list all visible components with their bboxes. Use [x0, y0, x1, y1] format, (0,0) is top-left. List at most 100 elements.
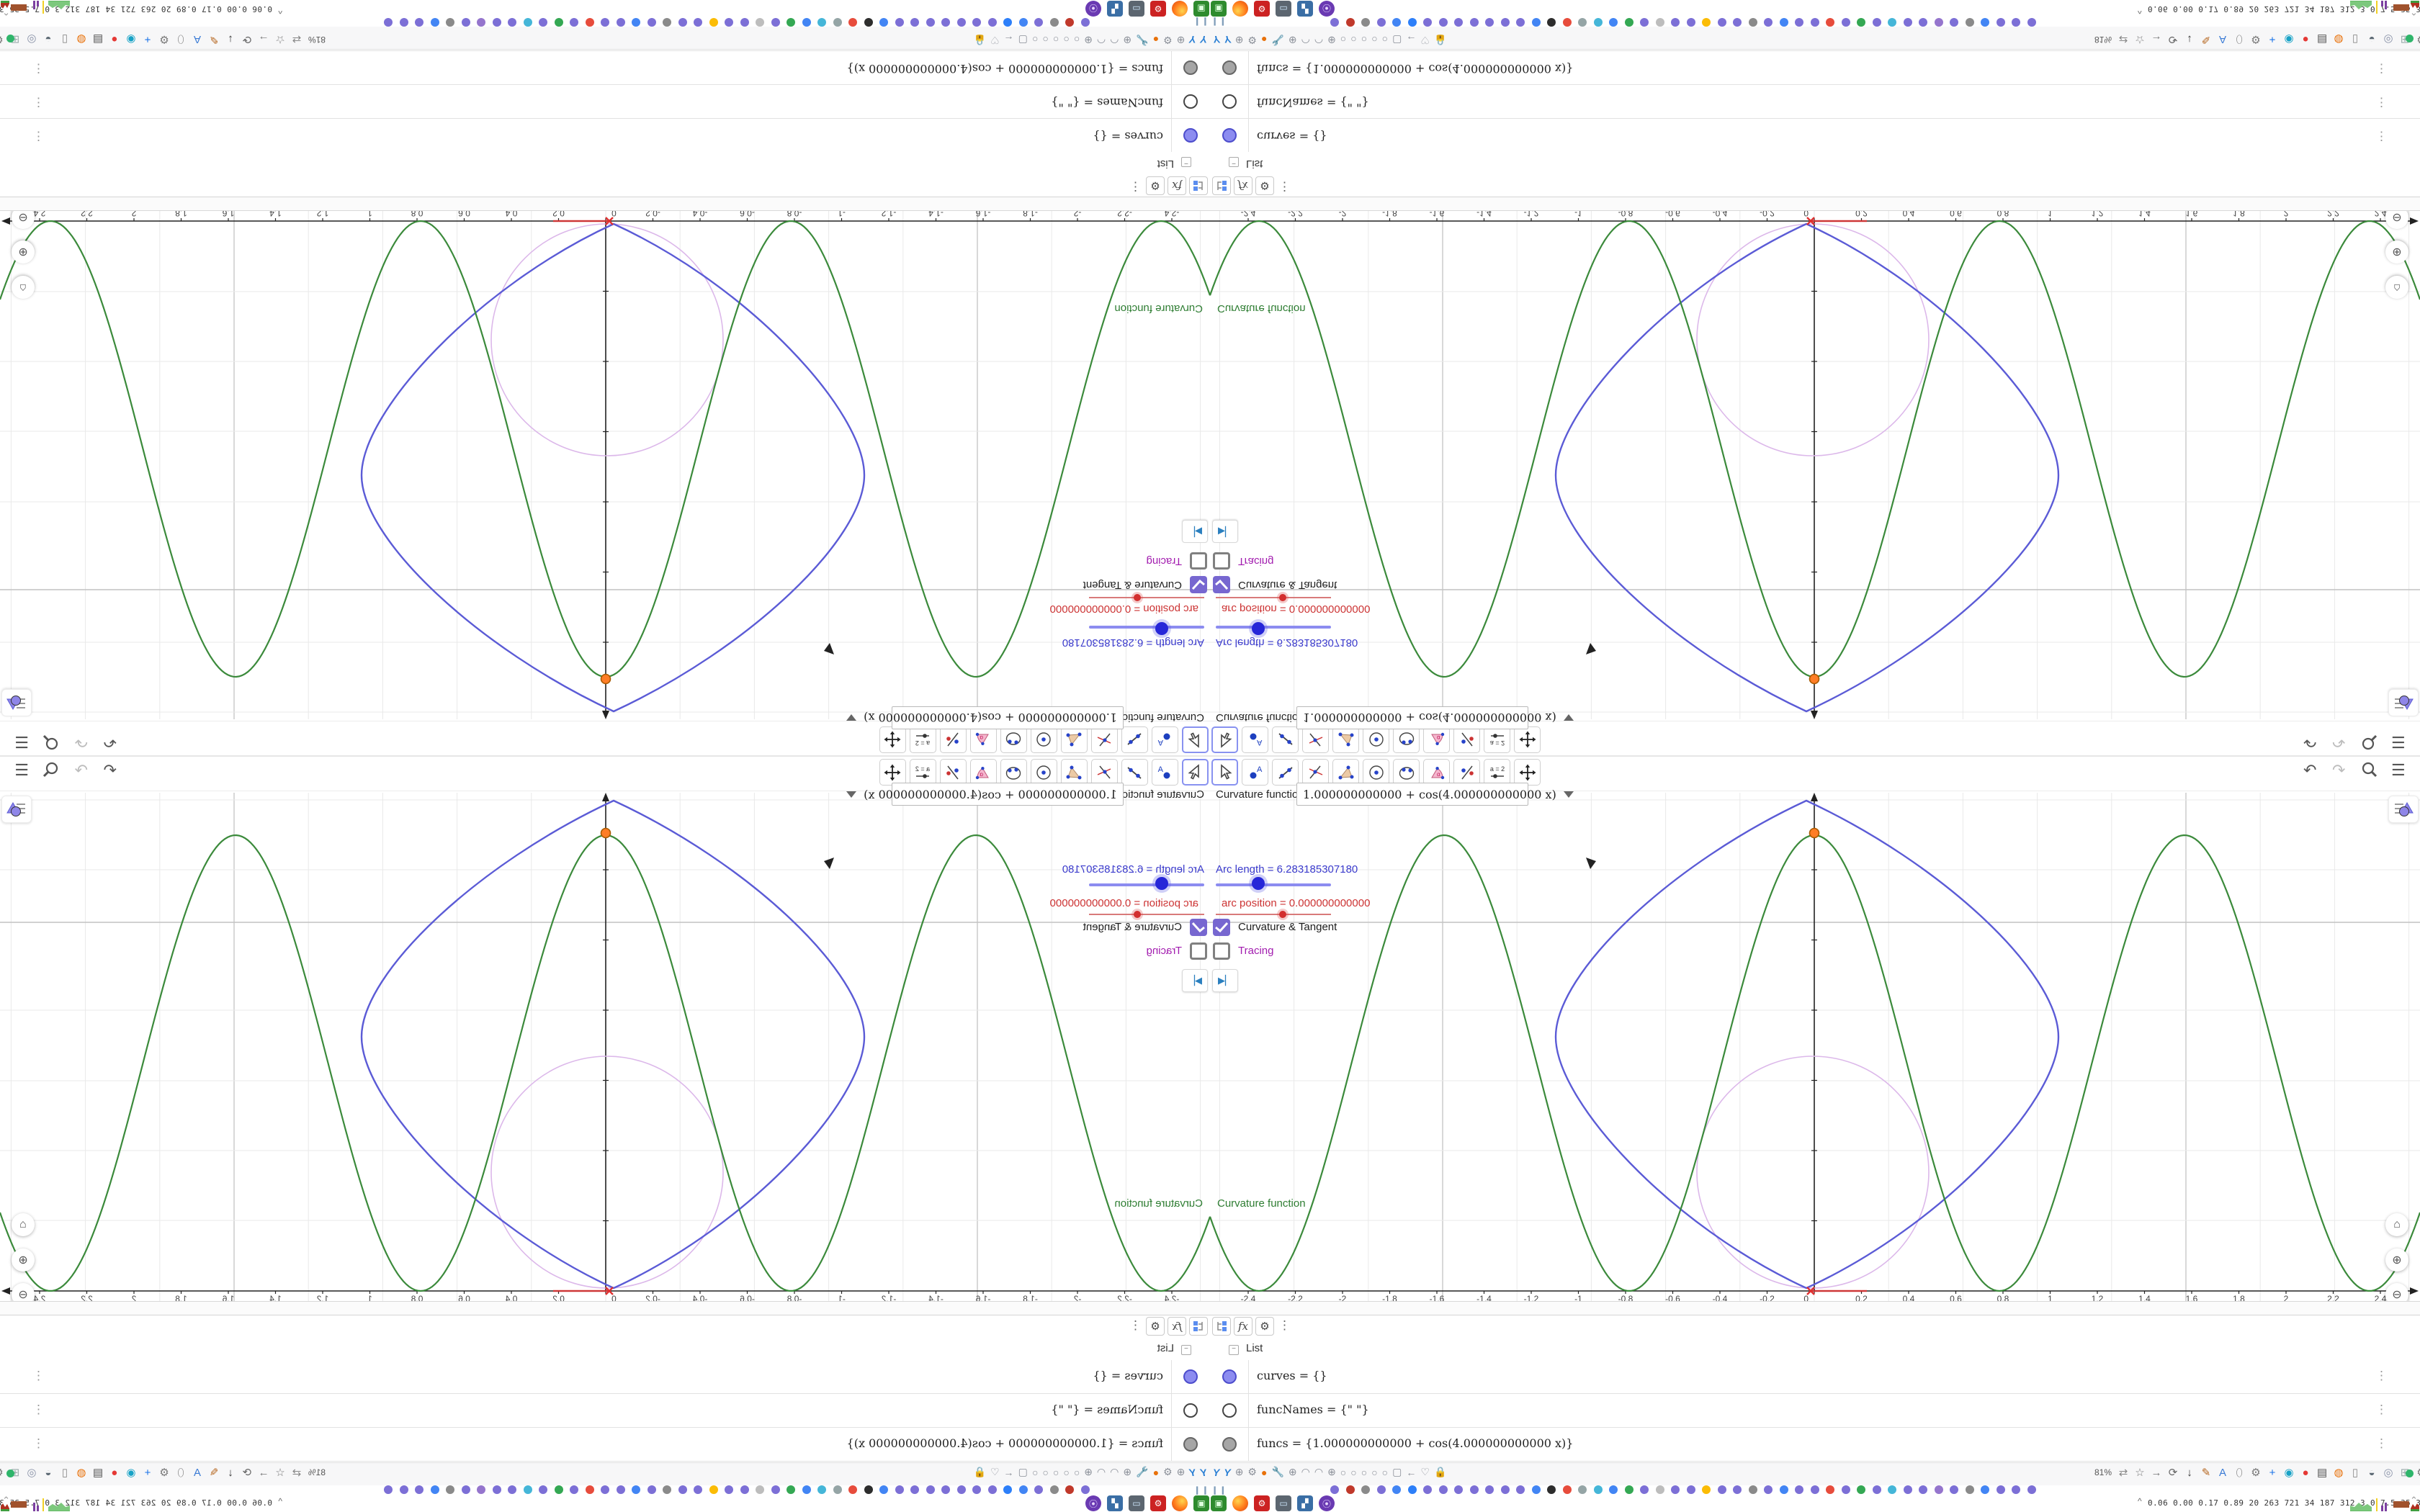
tab-favicon[interactable] — [1500, 18, 1510, 27]
extension-icon[interactable]: ● — [2299, 1467, 2312, 1479]
tab-favicon[interactable] — [1531, 1485, 1541, 1494]
browser-mini-icon[interactable]: ● — [1261, 35, 1267, 46]
tab-favicon[interactable] — [786, 18, 796, 27]
list-group-row[interactable]: − List — [0, 1336, 1210, 1360]
list-group-row[interactable]: − List — [0, 152, 1210, 176]
tab-favicon[interactable] — [1795, 1485, 1803, 1494]
angle-tool-button[interactable]: α — [970, 759, 997, 786]
taskbar-app-firefox[interactable] — [1172, 1495, 1188, 1511]
tab-favicon[interactable] — [1531, 18, 1541, 27]
tab-favicon[interactable] — [462, 18, 470, 27]
extension-icon[interactable]: ◎ — [25, 33, 38, 46]
arc-position-slider[interactable] — [1089, 597, 1204, 598]
tab-favicon[interactable] — [1034, 1485, 1044, 1494]
tab-favicon[interactable] — [709, 18, 718, 27]
arc-position-slider-knob[interactable] — [1279, 594, 1286, 601]
tab-favicon[interactable] — [678, 1485, 687, 1494]
taskbar-app-computer[interactable]: ▭ — [1129, 1, 1144, 17]
row-menu-icon[interactable]: ⋮ — [32, 1369, 45, 1383]
tab-favicon[interactable] — [431, 18, 439, 27]
tab-favicon[interactable] — [1810, 1485, 1819, 1494]
undo-button[interactable]: ↶ — [2303, 761, 2316, 780]
menu-icon[interactable]: ☰ — [2391, 732, 2406, 751]
tab-favicon[interactable] — [1516, 18, 1525, 27]
tab-favicon[interactable] — [601, 18, 610, 27]
tab-favicon[interactable] — [462, 1485, 470, 1494]
tab-favicon[interactable] — [524, 1485, 532, 1494]
tab-favicon[interactable] — [1686, 18, 1695, 27]
arc-length-slider[interactable] — [1216, 883, 1331, 886]
tab-favicon[interactable] — [1485, 18, 1494, 27]
tab-favicon[interactable] — [895, 18, 904, 27]
curvature-tangent-checkbox[interactable] — [1213, 576, 1230, 593]
tab-favicon[interactable] — [1810, 18, 1819, 27]
circle-tool-button[interactable] — [1031, 759, 1057, 786]
extension-icon[interactable]: ⚙ — [2249, 1466, 2262, 1479]
tab-favicon[interactable] — [1392, 18, 1401, 27]
browser-mini-icon[interactable]: ◠ — [1110, 1466, 1119, 1478]
tab-favicon[interactable] — [1050, 1485, 1059, 1494]
browser-mini-icon[interactable]: ● — [1153, 35, 1159, 46]
conic-tool-button[interactable] — [1393, 759, 1420, 786]
taskbar-app-terminal[interactable]: ▣ — [1193, 1, 1209, 17]
browser-mini-icon[interactable]: ▢ — [1018, 1466, 1028, 1478]
visibility-toggle-curves[interactable] — [1222, 1369, 1237, 1384]
extension-icon[interactable]: + — [141, 1467, 154, 1479]
tab-favicon[interactable] — [1733, 1485, 1742, 1494]
tab-favicon[interactable] — [2012, 18, 2020, 27]
tab-favicon[interactable] — [740, 18, 749, 27]
tab-favicon[interactable] — [1717, 1485, 1726, 1494]
move-tool-button[interactable] — [1211, 726, 1238, 753]
zoom-level-indicator[interactable]: 81% — [308, 1467, 326, 1477]
tab-favicon[interactable] — [539, 18, 548, 27]
tab-favicon[interactable] — [1826, 1485, 1834, 1494]
taskbar-app-owl-app[interactable]: ⦿ — [1319, 1495, 1335, 1511]
tab-favicon[interactable] — [1826, 18, 1834, 27]
arc-length-slider-knob[interactable] — [1252, 877, 1265, 890]
browser-mini-icon[interactable]: ▢ — [1018, 34, 1028, 46]
extension-icon[interactable]: ◉ — [2282, 33, 2295, 46]
tab-favicon[interactable] — [1547, 18, 1556, 27]
row-menu-icon[interactable]: ⋮ — [32, 95, 45, 109]
browser-mini-icon[interactable]: ○ — [1371, 35, 1377, 46]
tab-favicon[interactable] — [957, 1485, 966, 1494]
conic-tool-button[interactable] — [1000, 726, 1027, 753]
tab-favicon[interactable] — [493, 1485, 501, 1494]
taskbar-app-computer[interactable]: ▭ — [1276, 1495, 1291, 1511]
tab-favicon[interactable] — [1748, 1485, 1757, 1494]
tab-favicon[interactable] — [1764, 1485, 1773, 1494]
extension-icon[interactable]: ◒ — [42, 34, 55, 46]
browser-mini-icon[interactable]: ⊕ — [1289, 1466, 1297, 1478]
tab-favicon[interactable] — [879, 1485, 889, 1494]
arc-position-point[interactable] — [1809, 673, 1820, 685]
search-icon[interactable] — [42, 761, 59, 783]
move-tool-button[interactable] — [1182, 759, 1209, 786]
visibility-toggle-funcnames[interactable] — [1183, 94, 1198, 109]
extension-icon[interactable]: ↓ — [2183, 34, 2196, 46]
tab-favicon[interactable] — [1392, 1485, 1401, 1494]
taskbar-app-terminal[interactable]: ▣ — [1211, 1495, 1227, 1511]
visibility-toggle-funcs[interactable] — [1222, 60, 1237, 75]
browser-mini-icon[interactable]: ○ — [1361, 35, 1367, 46]
tab-favicon[interactable] — [1795, 18, 1803, 27]
tab-favicon[interactable] — [477, 18, 486, 27]
tab-favicon[interactable] — [1655, 1485, 1664, 1494]
tab-favicon[interactable] — [1748, 18, 1757, 27]
angle-tool-button[interactable]: α — [1423, 759, 1450, 786]
algebra-row-funcs[interactable]: funcs = {1.000000000000 + cos(4.00000000… — [0, 50, 1210, 84]
extension-icon[interactable]: ☆ — [2133, 33, 2146, 46]
line-tool-button[interactable] — [1121, 759, 1148, 786]
tab-favicon[interactable] — [1065, 1485, 1075, 1494]
tab-favicon[interactable] — [570, 18, 579, 27]
extension-icon[interactable]: ⚙ — [2415, 1466, 2420, 1479]
tab-favicon[interactable] — [1686, 1485, 1695, 1494]
tab-favicon[interactable] — [1903, 1485, 1912, 1494]
tab-favicon[interactable] — [817, 18, 827, 27]
zoom-in-button[interactable]: ⊕ — [12, 1248, 35, 1272]
tab-favicon[interactable] — [384, 18, 393, 27]
browser-mini-icon[interactable]: 🔧 — [1271, 1466, 1283, 1478]
curvature-tangent-checkbox[interactable] — [1190, 576, 1207, 593]
tab-favicon[interactable] — [1345, 18, 1355, 27]
kebab-menu-icon[interactable]: ⋮ — [1129, 1318, 1142, 1333]
visibility-toggle-funcs[interactable] — [1222, 1437, 1237, 1452]
